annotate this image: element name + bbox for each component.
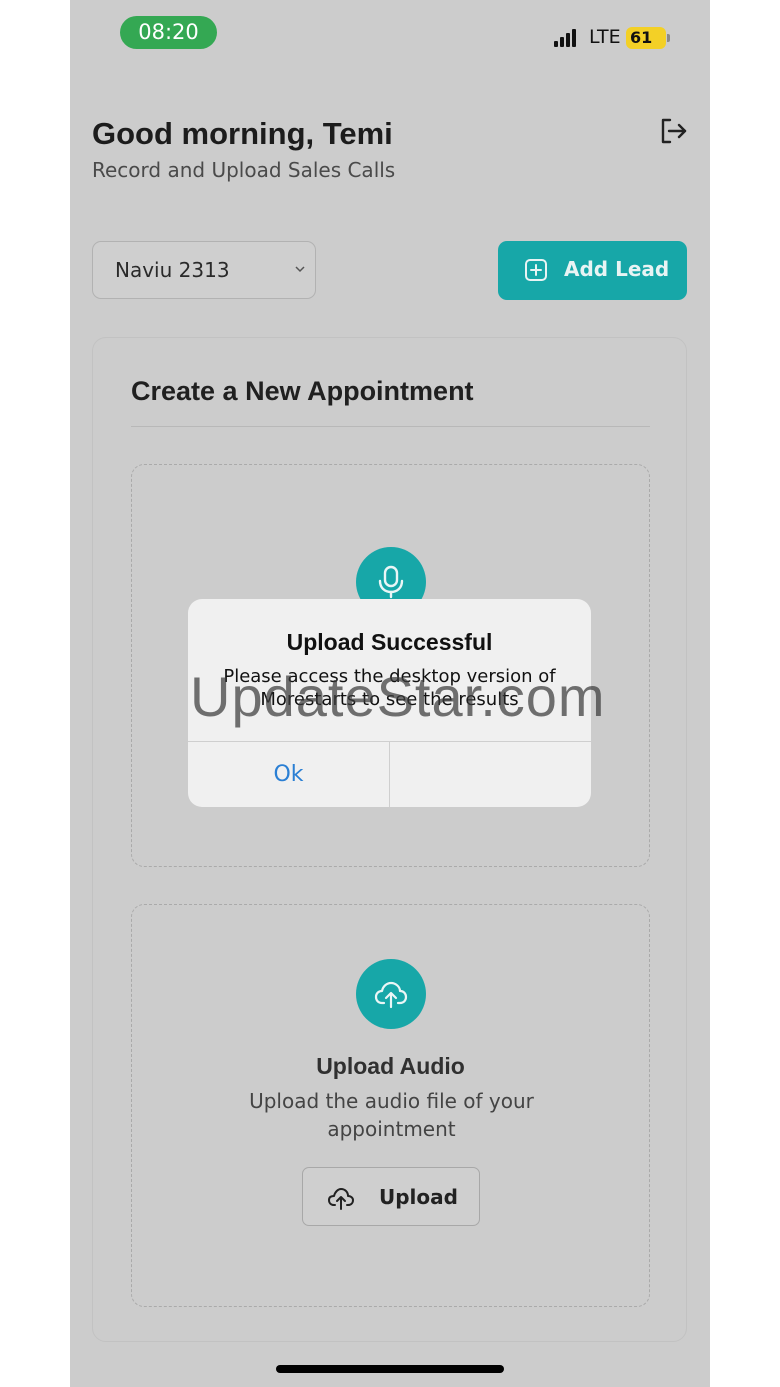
plus-square-icon	[525, 259, 547, 281]
lead-select-value: Naviu 2313	[115, 258, 230, 282]
cloud-upload-icon	[374, 981, 408, 1009]
signal-icon	[554, 29, 578, 47]
battery-icon: 61	[626, 27, 670, 49]
status-time: 08:20	[120, 16, 217, 49]
lead-select[interactable]: Naviu 2313	[92, 241, 316, 299]
upload-success-alert: Upload Successful Please access the desk…	[188, 599, 591, 807]
upload-description: Upload the audio file of your appointmen…	[249, 1089, 534, 1141]
appointment-card: Create a New Appointment Upload Audio Up…	[92, 337, 687, 1342]
greeting-subtitle: Record and Upload Sales Calls	[92, 158, 396, 182]
add-lead-button[interactable]: Add Lead	[498, 241, 687, 300]
divider	[131, 426, 650, 427]
greeting-title: Good morning, Temi	[92, 116, 393, 151]
alert-title: Upload Successful	[286, 629, 493, 655]
upload-button-label: Upload	[379, 1185, 458, 1209]
chevron-down-icon	[295, 266, 305, 273]
upload-zone[interactable]: Upload Audio Upload the audio file of yo…	[131, 904, 650, 1307]
upload-circle	[356, 959, 426, 1029]
home-indicator	[276, 1365, 504, 1373]
network-label: LTE	[589, 26, 621, 48]
alert-message: Please access the desktop version of Mor…	[223, 666, 556, 710]
alert-ok-button[interactable]: Ok	[188, 742, 389, 807]
add-lead-label: Add Lead	[564, 257, 670, 281]
upload-title: Upload Audio	[316, 1053, 465, 1079]
card-title: Create a New Appointment	[131, 376, 474, 406]
alert-empty-button[interactable]	[390, 742, 591, 807]
microphone-icon	[378, 565, 404, 599]
cloud-upload-icon	[328, 1188, 354, 1210]
upload-button[interactable]: Upload	[302, 1167, 480, 1226]
logout-icon[interactable]	[658, 116, 688, 146]
